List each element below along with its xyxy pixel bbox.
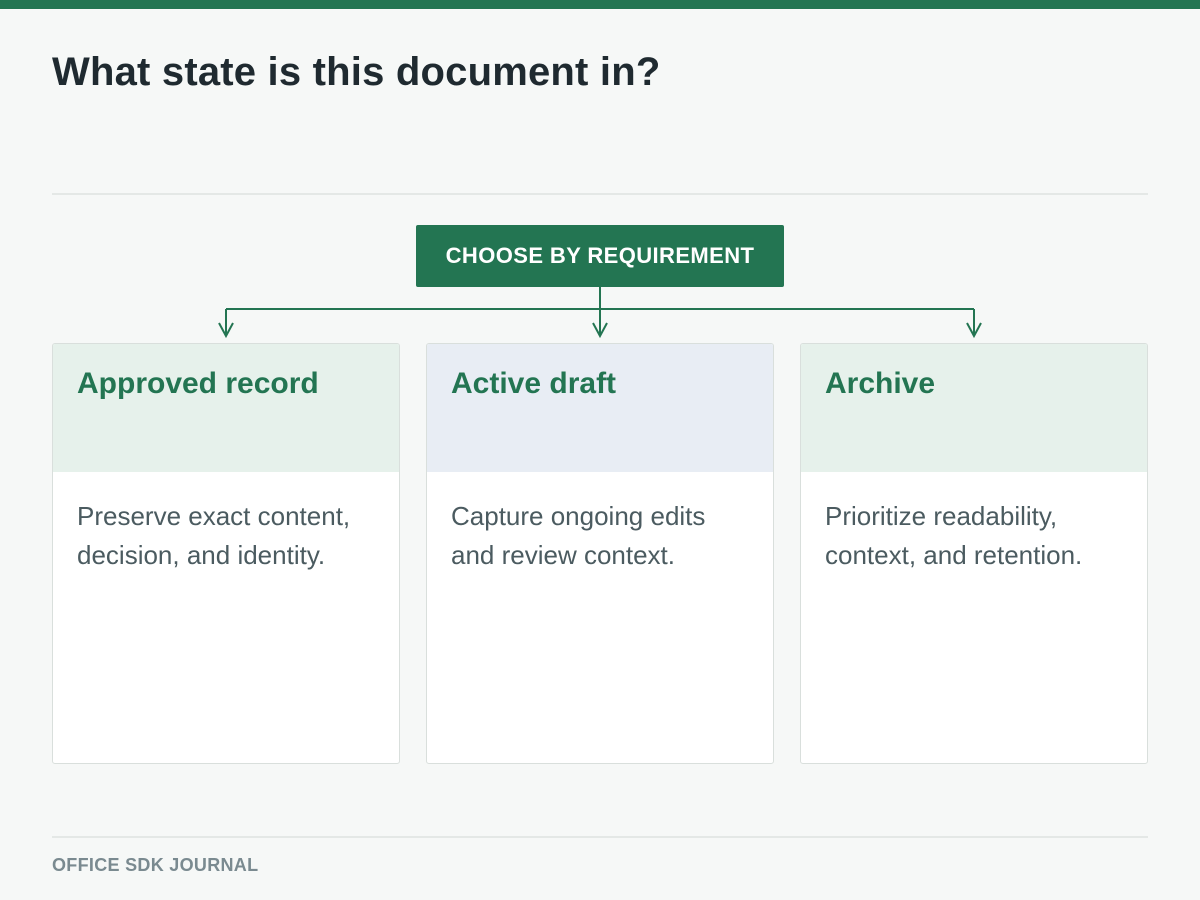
card-description: Capture ongoing edits and review context… [451,501,706,570]
header-divider [52,193,1148,195]
arrowhead-2 [592,322,608,339]
card-header: Approved record [53,344,399,472]
arrowhead-1 [218,322,234,339]
card-title: Active draft [451,367,617,400]
root-node: CHOOSE BY REQUIREMENT [416,225,784,287]
branch-card-active-draft: Active draft Capture ongoing edits and r… [426,343,774,764]
card-header: Archive [801,344,1147,472]
footer-label: OFFICE SDK JOURNAL [52,855,259,875]
top-accent-bar [0,0,1200,9]
arrowhead-3 [966,322,982,339]
branch-card-approved-record: Approved record Preserve exact content, … [52,343,400,764]
card-title: Approved record [77,367,319,400]
page-title: What state is this document in? [52,50,661,94]
card-description: Prioritize readability, context, and ret… [825,501,1083,570]
root-node-label: CHOOSE BY REQUIREMENT [445,243,755,268]
card-description: Preserve exact content, decision, and id… [77,501,351,570]
card-title: Archive [825,367,936,400]
footer-divider [52,836,1148,838]
card-header: Active draft [427,344,773,472]
branch-card-archive: Archive Prioritize readability, context,… [800,343,1148,764]
